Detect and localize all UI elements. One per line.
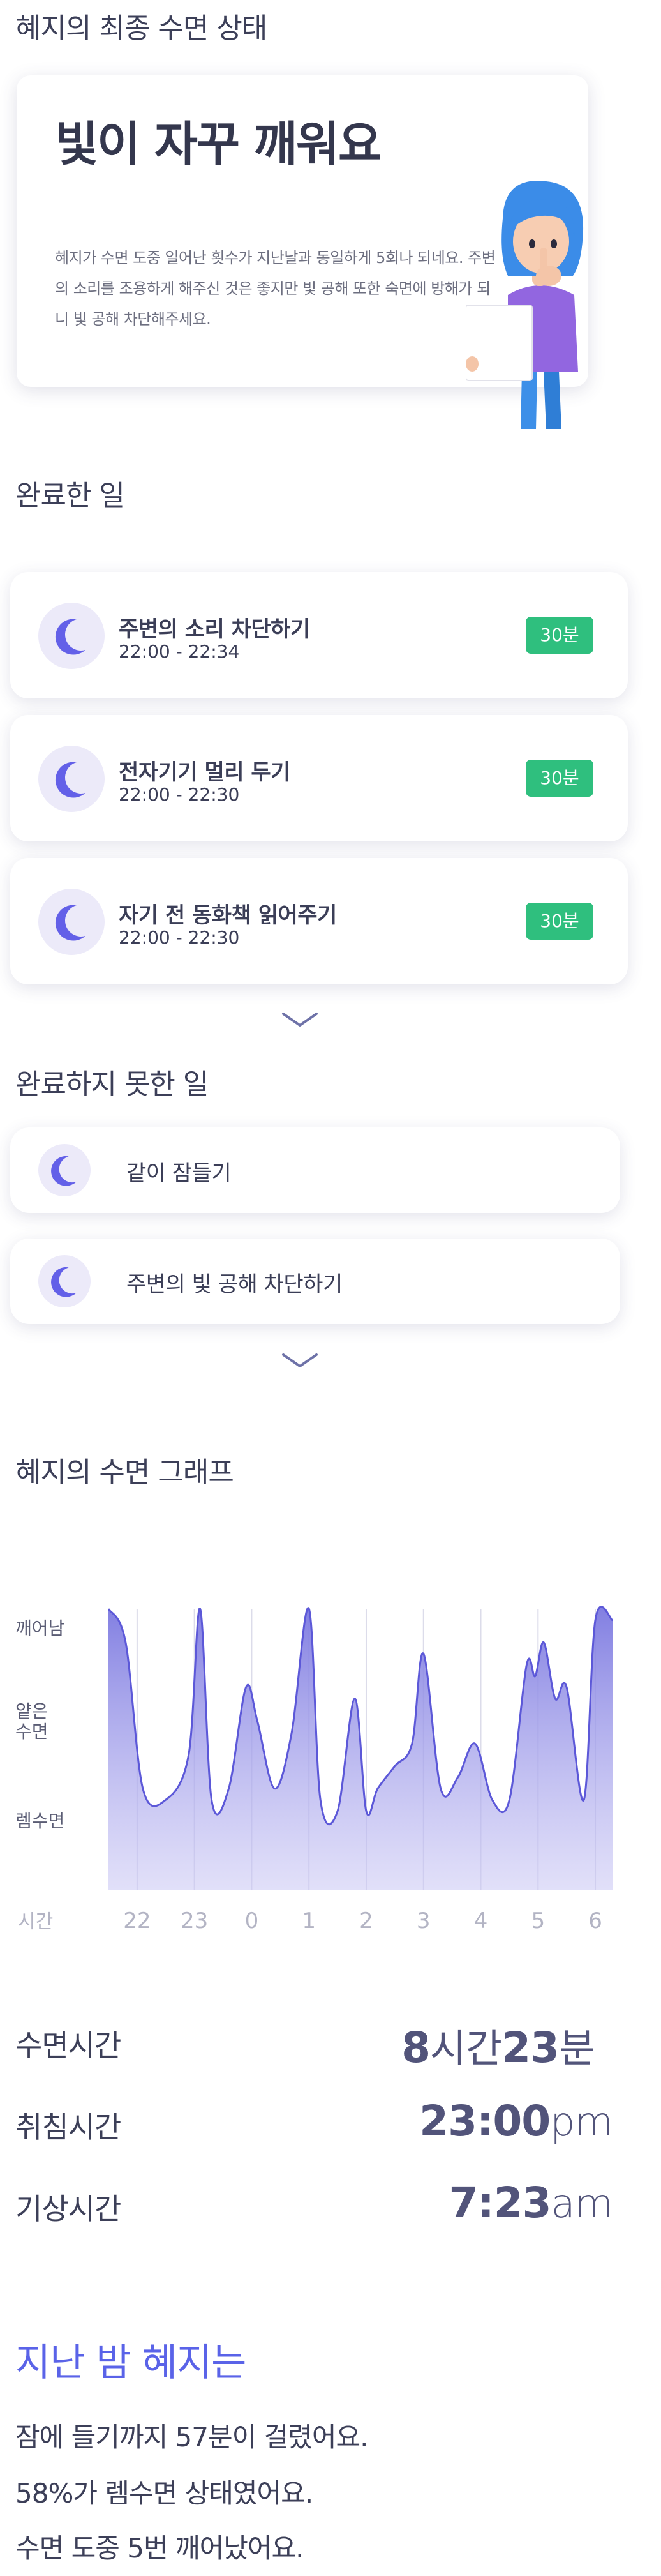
task-time: 22:00 - 22:34	[119, 641, 240, 662]
moon-icon	[55, 619, 85, 655]
x-tick-label: 3	[417, 1908, 431, 1934]
bed-time-label: 취침시간	[15, 2110, 121, 2144]
sleep-minutes-unit: 분	[558, 2025, 595, 2072]
x-axis-label: 시간	[18, 1911, 53, 1933]
sleep-graph-chart: 깨어남얕은수면렘수면 22 23 0 1 2 3 4 5 6시간	[15, 1606, 613, 1934]
x-tick-label: 1	[302, 1908, 316, 1934]
wake-time: 7:23	[449, 2178, 551, 2227]
y-level-label: 수면	[15, 1721, 48, 1742]
moon-icon	[51, 1156, 77, 1186]
bed-time-suffix: pm	[550, 2098, 613, 2145]
task-time: 22:00 - 22:30	[119, 784, 240, 805]
x-tick-label: 6	[588, 1908, 602, 1934]
undone-section-title: 완료하지 못한 일	[15, 1068, 209, 1101]
y-level-label: 얕은	[15, 1701, 48, 1722]
undone-task-card[interactable]: 같이 잠들기	[10, 1127, 620, 1213]
summary-line: 58%가 렘수면 상태였어요.	[15, 2478, 313, 2509]
moon-icon-circle	[38, 746, 105, 812]
x-tick-label: 22	[123, 1908, 151, 1934]
sleep-hours: 8	[401, 2023, 431, 2072]
moon-icon-circle	[38, 1144, 91, 1196]
wake-time-suffix: am	[551, 2180, 613, 2227]
done-task-card[interactable]: 전자기기 멀리 두기 22:00 - 22:30 30분	[10, 715, 628, 841]
x-tick-label: 23	[181, 1908, 208, 1934]
moon-icon-circle	[38, 603, 105, 669]
duration-badge: 30분	[526, 903, 593, 940]
duration-badge: 30분	[526, 760, 593, 797]
x-tick-label: 0	[245, 1908, 259, 1934]
sleep-time-value: 8시간23분	[401, 2016, 595, 2074]
status-headline: 빛이 자꾸 깨워요	[55, 117, 382, 172]
expand-chevron-down-icon[interactable]	[281, 1351, 319, 1370]
task-label: 주변의 빛 공해 차단하기	[126, 1272, 343, 1297]
bed-time: 23:00	[419, 2097, 551, 2146]
summary-line: 잠에 들기까지 57분이 걸렸어요.	[15, 2422, 369, 2453]
summary-title: 지난 밤 혜지는	[15, 2340, 246, 2385]
x-tick-label: 5	[531, 1908, 545, 1934]
done-section-title: 완료한 일	[15, 479, 125, 512]
status-section-title: 혜지의 최종 수면 상태	[15, 12, 267, 45]
sleep-time-label: 수면시간	[15, 2028, 121, 2063]
done-task-card[interactable]: 주변의 소리 차단하기 22:00 - 22:34 30분	[10, 572, 628, 698]
task-title: 전자기기 멀리 두기	[119, 760, 290, 785]
moon-icon	[55, 762, 85, 798]
character-illustration	[466, 181, 584, 429]
graph-section-title: 혜지의 수면 그래프	[15, 1456, 234, 1489]
moon-icon	[55, 905, 85, 941]
undone-task-card[interactable]: 주변의 빛 공해 차단하기	[10, 1239, 620, 1324]
moon-icon-circle	[38, 1255, 91, 1307]
status-description: 혜지가 수면 도중 일어난 횟수가 지난날과 동일하게 5회나 되네요. 주변의…	[55, 249, 496, 328]
moon-icon-circle	[38, 889, 105, 955]
done-task-card[interactable]: 자기 전 동화책 읽어주기 22:00 - 22:30 30분	[10, 858, 628, 984]
sleep-hours-unit: 시간	[430, 2025, 502, 2072]
bed-time-value: 23:00pm	[419, 2097, 613, 2146]
duration-badge: 30분	[526, 617, 593, 654]
y-level-label: 렘수면	[15, 1811, 64, 1832]
x-tick-label: 2	[359, 1908, 373, 1934]
task-time: 22:00 - 22:30	[119, 927, 240, 948]
wake-time-value: 7:23am	[449, 2178, 613, 2227]
x-tick-label: 4	[474, 1908, 488, 1934]
moon-icon	[51, 1267, 77, 1297]
task-title: 자기 전 동화책 읽어주기	[119, 903, 337, 928]
sleep-minutes: 23	[501, 2023, 560, 2072]
task-label: 같이 잠들기	[126, 1161, 232, 1186]
y-level-label: 깨어남	[15, 1618, 64, 1639]
wake-time-label: 기상시간	[15, 2192, 121, 2226]
summary-line: 수면 도중 5번 깨어났어요.	[15, 2533, 304, 2564]
expand-chevron-down-icon[interactable]	[281, 1010, 319, 1029]
task-title: 주변의 소리 차단하기	[119, 617, 310, 642]
